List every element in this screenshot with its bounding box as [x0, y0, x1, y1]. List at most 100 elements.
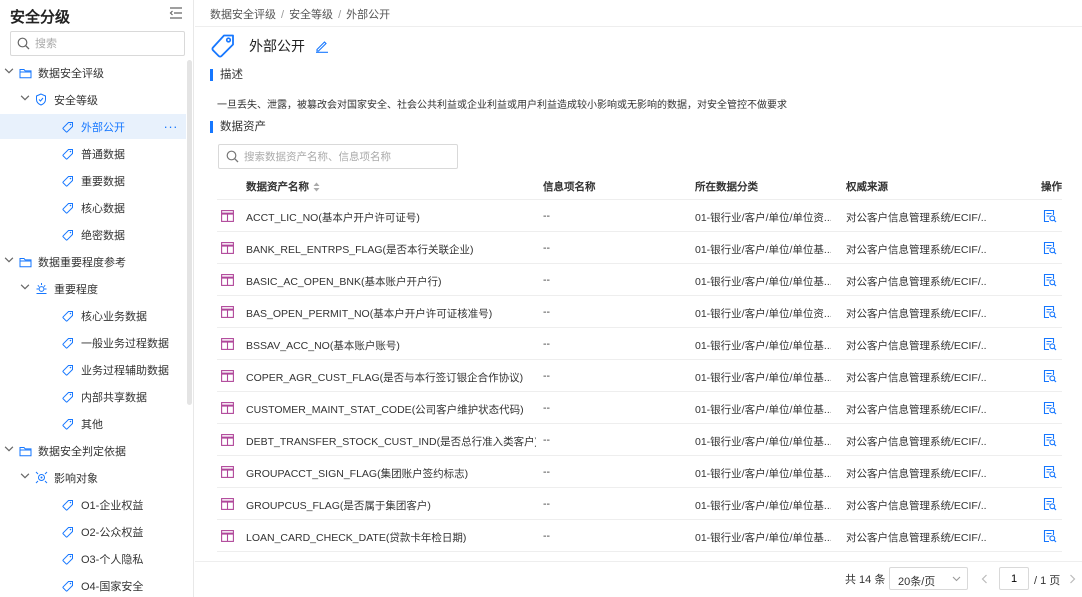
- tree-node[interactable]: 外部公开 ···: [0, 114, 186, 139]
- cell-name[interactable]: COPER_AGR_CUST_FLAG(是否与本行签订银企合作协议): [246, 370, 536, 385]
- breadcrumb-item[interactable]: 数据安全评级: [210, 9, 276, 21]
- cell-info: --: [543, 338, 550, 350]
- breadcrumb-item: 外部公开: [346, 9, 391, 21]
- view-detail-icon[interactable]: [1043, 241, 1057, 255]
- tree-node[interactable]: 数据安全评级: [0, 60, 186, 85]
- cell-name[interactable]: BAS_OPEN_PERMIT_NO(基本户开户许可证核准号): [246, 306, 536, 321]
- sidebar-title: 安全分级: [10, 9, 71, 26]
- view-detail-icon[interactable]: [1043, 337, 1057, 351]
- cell-name[interactable]: DEBT_TRANSFER_STOCK_CUST_IND(是否总行准入类客户): [246, 434, 536, 449]
- tree-node[interactable]: 绝密数据: [0, 222, 186, 247]
- page-number-input[interactable]: [999, 567, 1029, 590]
- cell-name[interactable]: GROUPCUS_FLAG(是否属于集团客户): [246, 498, 536, 513]
- cell-info: --: [543, 210, 550, 222]
- tree-node[interactable]: 影响对象: [0, 465, 186, 490]
- asset-search[interactable]: [218, 144, 458, 169]
- table-icon: [221, 338, 234, 350]
- table-row[interactable]: GROUPACCT_SIGN_FLAG(集团账户签约标志) -- 01-银行业/客户…: [217, 456, 1062, 488]
- collapse-sidebar-icon[interactable]: [169, 6, 183, 20]
- cell-source: 对公客户信息管理系统/ECIF/...: [846, 340, 986, 352]
- asset-search-input[interactable]: [244, 148, 449, 165]
- folder-icon: [18, 444, 32, 458]
- table-row[interactable]: ACCT_LIC_NO(基本户开户许可证号) -- 01-银行业/客户/单位/单位资…: [217, 200, 1062, 232]
- tree-node[interactable]: 内部共享数据: [0, 384, 186, 409]
- view-detail-icon[interactable]: [1043, 401, 1057, 415]
- cell-category: 01-银行业/客户/单位/单位基...: [695, 436, 831, 448]
- table-icon: [221, 242, 234, 254]
- prev-page-icon[interactable]: [981, 574, 988, 584]
- tree-node[interactable]: O3-个人隐私: [0, 546, 186, 571]
- tree-node[interactable]: O2-公众权益: [0, 519, 186, 544]
- view-detail-icon[interactable]: [1043, 305, 1057, 319]
- cell-name[interactable]: CUSTOMER_MAINT_STAT_CODE(公司客户维护状态代码): [246, 402, 536, 417]
- tree-node[interactable]: 安全等级: [0, 87, 186, 112]
- table-row[interactable]: BASIC_AC_OPEN_BNK(基本账户开户行) -- 01-银行业/客户/单位…: [217, 264, 1062, 296]
- sort-icon[interactable]: [313, 182, 320, 192]
- table-row[interactable]: BANK_REL_ENTRPS_FLAG(是否本行关联企业) -- 01-银行业/客…: [217, 232, 1062, 264]
- tree-node[interactable]: 普通数据: [0, 141, 186, 166]
- tree-node[interactable]: 重要程度: [0, 276, 186, 301]
- cell-name[interactable]: LOAN_CARD_CHECK_DATE(贷款卡年检日期): [246, 530, 536, 545]
- total-pages: / 1 页: [1034, 575, 1061, 587]
- chevron-down-icon[interactable]: [20, 93, 30, 103]
- view-detail-icon[interactable]: [1043, 465, 1057, 479]
- view-detail-icon[interactable]: [1043, 433, 1057, 447]
- tree-node[interactable]: O4-国家安全: [0, 573, 186, 597]
- view-detail-icon[interactable]: [1043, 497, 1057, 511]
- breadcrumb-item[interactable]: 安全等级: [289, 9, 333, 21]
- table-icon: [221, 434, 234, 446]
- cell-info: --: [543, 530, 550, 542]
- header-name[interactable]: 数据资产名称: [246, 179, 536, 194]
- tree-node-label: O4-国家安全: [81, 580, 144, 593]
- tree-node[interactable]: 核心数据: [0, 195, 186, 220]
- table-row[interactable]: COPER_AGR_CUST_FLAG(是否与本行签订银企合作协议) -- 01-银…: [217, 360, 1062, 392]
- chevron-down-icon[interactable]: [20, 471, 30, 481]
- view-detail-icon[interactable]: [1043, 273, 1057, 287]
- cell-category: 01-银行业/客户/单位/单位基...: [695, 500, 831, 512]
- tree-node[interactable]: 业务过程辅助数据: [0, 357, 186, 382]
- table-row[interactable]: BAS_OPEN_PERMIT_NO(基本户开户许可证核准号) -- 01-银行业/…: [217, 296, 1062, 328]
- more-icon[interactable]: ···: [164, 119, 179, 134]
- cell-name[interactable]: BANK_REL_ENTRPS_FLAG(是否本行关联企业): [246, 242, 536, 257]
- cell-name[interactable]: GROUPACCT_SIGN_FLAG(集团账户签约标志): [246, 466, 536, 481]
- tree-node-label: 影响对象: [54, 472, 98, 485]
- folder-icon: [18, 66, 32, 80]
- cell-source: 对公客户信息管理系统/ECIF/...: [846, 500, 986, 512]
- view-detail-icon[interactable]: [1043, 369, 1057, 383]
- table-row[interactable]: GROUPCUS_FLAG(是否属于集团客户) -- 01-银行业/客户/单位/单位…: [217, 488, 1062, 520]
- tree-node[interactable]: O1-企业权益: [0, 492, 186, 517]
- cell-info: --: [543, 370, 550, 382]
- tree-node[interactable]: 数据安全判定依据: [0, 438, 186, 463]
- edit-icon[interactable]: [315, 39, 329, 53]
- page-size-select[interactable]: 20条/页: [889, 567, 968, 590]
- cell-name[interactable]: ACCT_LIC_NO(基本户开户许可证号): [246, 210, 536, 225]
- tree-node[interactable]: 一般业务过程数据: [0, 330, 186, 355]
- tree-node-label: 普通数据: [81, 148, 125, 161]
- tree-node[interactable]: 其他: [0, 411, 186, 436]
- chevron-down-icon[interactable]: [20, 282, 30, 292]
- table-row[interactable]: DEBT_TRANSFER_STOCK_CUST_IND(是否总行准入类客户) -…: [217, 424, 1062, 456]
- folder-icon: [18, 255, 32, 269]
- tree-node-label: 核心业务数据: [81, 310, 147, 323]
- chevron-down-icon[interactable]: [4, 255, 14, 265]
- tree-node-label: 安全等级: [54, 94, 98, 107]
- table-row[interactable]: CUSTOMER_MAINT_STAT_CODE(公司客户维护状态代码) -- 01…: [217, 392, 1062, 424]
- tree-node[interactable]: 数据重要程度参考: [0, 249, 186, 274]
- view-detail-icon[interactable]: [1043, 209, 1057, 223]
- cell-name[interactable]: BASIC_AC_OPEN_BNK(基本账户开户行): [246, 274, 536, 289]
- chevron-down-icon[interactable]: [4, 444, 14, 454]
- table-row[interactable]: LOAN_CARD_CHECK_DATE(贷款卡年检日期) -- 01-银行业/客户…: [217, 520, 1062, 552]
- total-count: 共 14 条: [845, 574, 886, 586]
- next-page-icon[interactable]: [1069, 574, 1076, 584]
- tree-node[interactable]: 重要数据: [0, 168, 186, 193]
- table-icon: [221, 530, 234, 542]
- chevron-down-icon[interactable]: [4, 66, 14, 76]
- sidebar-search[interactable]: [10, 31, 185, 56]
- sidebar-scrollbar[interactable]: [187, 60, 192, 405]
- tree-node[interactable]: 核心业务数据: [0, 303, 186, 328]
- sidebar-search-input[interactable]: [35, 35, 180, 52]
- table-row[interactable]: BSSAV_ACC_NO(基本账户账号) -- 01-银行业/客户/单位/单位基..…: [217, 328, 1062, 360]
- cell-name[interactable]: BSSAV_ACC_NO(基本账户账号): [246, 338, 536, 353]
- tag-icon: [61, 336, 75, 350]
- view-detail-icon[interactable]: [1043, 529, 1057, 543]
